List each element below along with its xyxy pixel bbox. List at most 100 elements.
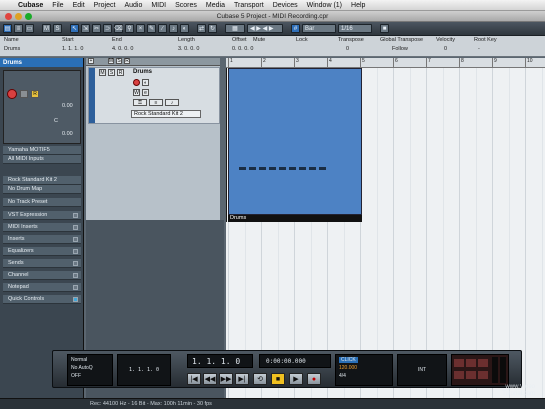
inspector-section-quick-controls[interactable]: Quick Controls — [3, 295, 81, 304]
signature-value[interactable]: 4/4 — [339, 373, 346, 379]
section-toggle[interactable] — [73, 224, 78, 230]
inspector-section-channel[interactable]: Channel — [3, 271, 81, 280]
snap-type-select[interactable]: Bar — [302, 24, 336, 33]
color-menu-icon[interactable]: ■ — [380, 24, 389, 33]
inspector-volume[interactable]: 0.00 — [62, 103, 73, 109]
menu-help[interactable]: Help — [351, 2, 365, 9]
inspector-section-sends[interactable]: Sends — [3, 259, 81, 268]
global-read-icon[interactable]: R — [124, 58, 130, 64]
track-read-icon[interactable]: R — [117, 69, 124, 76]
inspector-output-routing[interactable]: Yamaha MOTIF5 — [3, 146, 81, 155]
track-solo-icon[interactable]: S — [108, 69, 115, 76]
inspector-section-midi-inserts[interactable]: MIDI Inserts — [3, 223, 81, 232]
line-tool-icon[interactable]: ∕ — [158, 24, 167, 33]
solo-toggle-icon[interactable]: S — [53, 24, 62, 33]
autoscroll-icon[interactable]: ⇄ — [197, 24, 206, 33]
inspector-section-vst-expression[interactable]: VST Expression — [3, 211, 81, 220]
section-toggle[interactable] — [73, 248, 78, 254]
track-program-field[interactable]: Rock Standard Kit 2 — [131, 110, 201, 118]
zoom-tool-icon[interactable]: ⚲ — [125, 24, 134, 33]
metronome-state[interactable]: OFF — [71, 373, 81, 379]
close-icon[interactable] — [5, 13, 12, 20]
fast-forward-button[interactable]: ▶▶ — [219, 373, 233, 385]
infoline-value[interactable]: 0. 0. 0. 0 — [232, 46, 253, 52]
inspector-track-header[interactable]: Drums — [0, 58, 83, 67]
track-row-drums[interactable]: Drums M S R ◐ W e ⚿ ≡ ♪ Rock Standard Ki… — [88, 67, 220, 124]
record-mode-value[interactable]: Normal — [71, 357, 87, 363]
go-to-start-button[interactable]: |◀ — [187, 373, 201, 385]
menu-devices[interactable]: Devices — [273, 2, 298, 9]
inspector-toggle-icon[interactable]: ▤ — [3, 24, 12, 33]
track-name[interactable]: Drums — [133, 69, 152, 75]
object-select-tool-icon[interactable]: ↖ — [70, 24, 79, 33]
snap-toggle-icon[interactable]: # — [291, 24, 300, 33]
auto-quantize-value[interactable]: No AutoQ — [71, 365, 93, 371]
global-solo-icon[interactable]: S — [116, 58, 122, 64]
marker-section[interactable] — [451, 354, 509, 386]
events-mode-icon[interactable]: ▦ — [225, 24, 245, 33]
record-button[interactable]: ● — [307, 373, 321, 385]
event-display[interactable]: Drums — [226, 68, 545, 398]
track-mute-icon[interactable]: M — [99, 69, 106, 76]
nudge-palette[interactable]: ◀ ▶ ◀ ▶ — [247, 24, 283, 33]
menu-audio[interactable]: Audio — [124, 2, 142, 9]
section-toggle[interactable] — [73, 272, 78, 278]
track-monitor-icon[interactable]: ◐ — [142, 79, 149, 86]
infoline-toggle-icon[interactable]: ≡ — [14, 24, 23, 33]
infoline-value[interactable]: 4. 0. 0. 0 — [112, 46, 133, 52]
menu-window[interactable]: Window (1) — [307, 2, 342, 9]
menu-midi[interactable]: MIDI — [151, 2, 166, 9]
section-toggle[interactable] — [73, 284, 78, 290]
locator-display[interactable]: 1. 1. 1. 0 — [117, 354, 171, 386]
rewind-button[interactable]: ◀◀ — [203, 373, 217, 385]
inspector-delay[interactable]: 0.00 — [62, 131, 73, 137]
color-tool-icon[interactable]: ◐ — [180, 24, 189, 33]
stop-button[interactable]: ■ — [271, 373, 285, 385]
menu-file[interactable]: File — [52, 2, 63, 9]
menu-edit[interactable]: Edit — [73, 2, 85, 9]
track-record-icon[interactable] — [133, 79, 140, 86]
global-mute-icon[interactable]: M — [108, 58, 114, 64]
monitor-icon[interactable] — [20, 90, 28, 98]
quantize-select[interactable]: 1/16 — [338, 24, 372, 33]
sync-section[interactable]: INT — [397, 354, 447, 386]
minimize-icon[interactable] — [15, 13, 22, 20]
inspector-track-preset-select[interactable]: No Track Preset — [3, 198, 81, 207]
menu-project[interactable]: Project — [94, 2, 116, 9]
infoline-value[interactable]: 1. 1. 1. 0 — [62, 46, 83, 52]
section-toggle[interactable] — [73, 236, 78, 242]
zoom-icon[interactable] — [25, 13, 32, 20]
menu-media[interactable]: Media — [206, 2, 225, 9]
project-cursor[interactable] — [226, 68, 227, 222]
cycle-button[interactable]: ⟲ — [253, 373, 267, 385]
range-tool-icon[interactable]: ⇲ — [81, 24, 90, 33]
inspector-program-select[interactable]: Rock Standard Kit 2 — [3, 176, 81, 185]
section-toggle[interactable] — [73, 260, 78, 266]
play-button[interactable]: ▶ — [289, 373, 303, 385]
infoline-value[interactable]: 3. 0. 0. 0 — [178, 46, 199, 52]
section-toggle[interactable] — [73, 212, 78, 218]
record-enable-icon[interactable] — [7, 89, 17, 99]
midi-part-drums[interactable] — [228, 68, 362, 215]
infoline-value[interactable]: Drums — [4, 46, 20, 52]
glue-tool-icon[interactable]: ⊃ — [103, 24, 112, 33]
mute-toggle-icon[interactable]: M — [42, 24, 51, 33]
midi-part-name-bar[interactable]: Drums — [228, 215, 362, 222]
click-toggle[interactable]: CLICK — [339, 357, 358, 363]
project-ruler[interactable]: 1 2 3 4 5 6 7 8 9 10 — [226, 58, 545, 68]
track-timebase-icon[interactable]: ♪ — [165, 99, 179, 106]
infoline-value[interactable]: - — [478, 46, 480, 52]
inspector-input-routing[interactable]: All MIDI Inputs — [3, 155, 81, 164]
track-write-icon[interactable]: W — [133, 89, 140, 96]
split-tool-icon[interactable]: ✂ — [92, 24, 101, 33]
infoline-value[interactable]: 0 — [346, 46, 349, 52]
menu-scores[interactable]: Scores — [175, 2, 197, 9]
inspector-pan[interactable]: C — [54, 118, 58, 124]
menu-transport[interactable]: Transport — [234, 2, 264, 9]
overview-toggle-icon[interactable]: ▭ — [25, 24, 34, 33]
mute-tool-icon[interactable]: × — [136, 24, 145, 33]
tempo-value[interactable]: 120.000 — [339, 365, 357, 371]
go-to-end-button[interactable]: ▶| — [235, 373, 249, 385]
primary-time-display[interactable]: 1. 1. 1. 0 — [187, 354, 253, 368]
erase-tool-icon[interactable]: ⌫ — [114, 24, 123, 33]
